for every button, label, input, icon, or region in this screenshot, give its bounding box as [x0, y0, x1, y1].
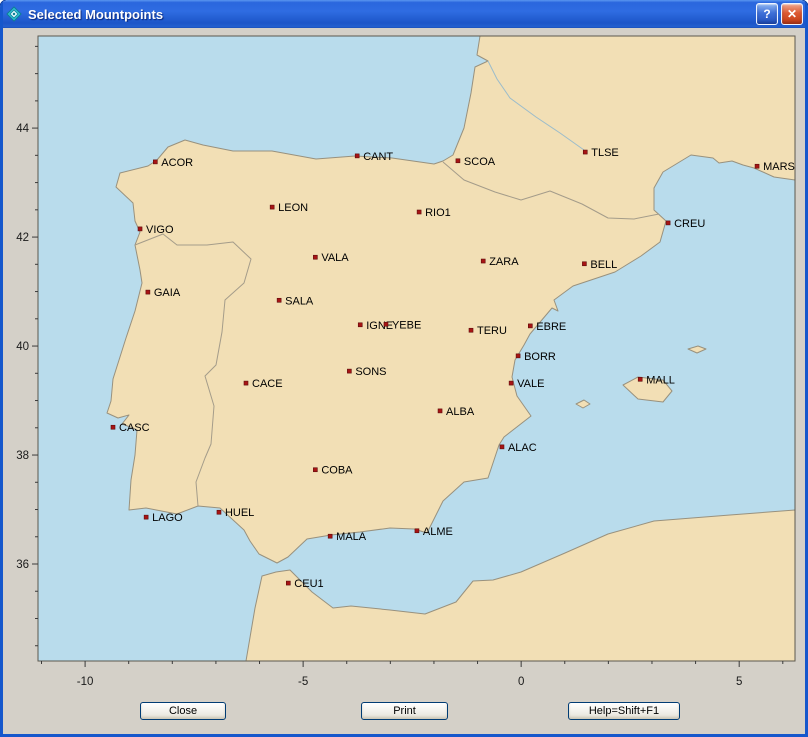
station-marker-BORR — [516, 354, 520, 358]
x-axis-tick-label: 0 — [518, 676, 524, 688]
station-label-ZARA: ZARA — [489, 256, 519, 268]
close-window-button[interactable]: ✕ — [781, 3, 803, 25]
station-marker-BELL — [582, 262, 586, 266]
station-marker-LAGO — [144, 515, 148, 519]
station-label-VALA: VALA — [321, 252, 349, 264]
station-label-EBRE: EBRE — [536, 321, 566, 333]
station-marker-CACE — [244, 381, 248, 385]
station-label-CREU: CREU — [674, 218, 705, 230]
station-label-ALBA: ALBA — [446, 406, 475, 418]
mountpoint-map: -10 -5 0 5 44 42 40 38 36 ACOR CANT SCOA TLSE MARS LE… — [3, 28, 805, 734]
station-marker-CEU1 — [286, 581, 290, 585]
station-label-VALE: VALE — [517, 378, 544, 390]
station-label-TLSE: TLSE — [591, 147, 619, 159]
station-label-ALAC: ALAC — [508, 442, 537, 454]
station-label-SCOA: SCOA — [464, 156, 496, 168]
y-axis-tick-label: 42 — [16, 232, 29, 244]
app-icon — [6, 6, 22, 22]
station-marker-RIO1 — [417, 210, 421, 214]
station-marker-SCOA — [456, 159, 460, 163]
station-label-SONS: SONS — [355, 366, 386, 378]
y-axis-tick-label: 38 — [16, 450, 29, 462]
close-button[interactable]: Close — [140, 702, 226, 720]
y-axis-tick-label: 40 — [16, 341, 29, 353]
station-label-CASC: CASC — [119, 422, 150, 434]
station-label-LEON: LEON — [278, 202, 308, 214]
station-marker-EBRE — [528, 324, 532, 328]
station-marker-ALAC — [500, 445, 504, 449]
station-marker-HUEL — [217, 510, 221, 514]
station-label-VIGO: VIGO — [146, 224, 174, 236]
station-marker-LEON — [270, 205, 274, 209]
station-marker-MALA — [328, 534, 332, 538]
station-marker-TLSE — [583, 150, 587, 154]
station-label-RIO1: RIO1 — [425, 207, 451, 219]
station-marker-SONS — [347, 369, 351, 373]
station-label-MALL: MALL — [646, 374, 675, 386]
window-title: Selected Mountpoints — [28, 7, 753, 22]
station-label-CACE: CACE — [252, 378, 283, 390]
station-label-TERU: TERU — [477, 325, 507, 337]
station-label-IGNE: IGNE — [366, 320, 393, 332]
dialog-window: Selected Mountpoints ? ✕ — [0, 0, 808, 737]
station-label-HUEL: HUEL — [225, 507, 254, 519]
y-axis-tick-label: 44 — [16, 123, 29, 135]
station-marker-IGNE — [358, 323, 362, 327]
station-marker-CANT — [355, 154, 359, 158]
station-marker-ZARA — [481, 259, 485, 263]
station-label-SALA: SALA — [285, 295, 314, 307]
station-marker-TERU — [469, 328, 473, 332]
station-label-YEBE: YEBE — [392, 319, 421, 331]
station-label-MALA: MALA — [336, 531, 367, 543]
x-axis-tick-label: -10 — [77, 676, 94, 688]
x-axis-tick-label: 5 — [736, 676, 742, 688]
station-marker-ALME — [415, 529, 419, 533]
station-label-ALME: ALME — [423, 526, 453, 538]
station-label-CEU1: CEU1 — [294, 578, 323, 590]
station-marker-SALA — [277, 298, 281, 302]
dialog-client-area: -10 -5 0 5 44 42 40 38 36 ACOR CANT SCOA TLSE MARS LE… — [3, 28, 805, 734]
window-titlebar[interactable]: Selected Mountpoints ? ✕ — [0, 0, 808, 28]
station-marker-ACOR — [153, 160, 157, 164]
station-label-BELL: BELL — [590, 259, 617, 271]
help-button[interactable]: ? — [756, 3, 778, 25]
station-label-CANT: CANT — [363, 151, 393, 163]
help-shortcut-button[interactable]: Help=Shift+F1 — [568, 702, 680, 720]
x-axis-tick-label: -5 — [298, 676, 308, 688]
station-marker-VIGO — [138, 227, 142, 231]
station-marker-MALL — [638, 377, 642, 381]
station-marker-MARS — [755, 164, 759, 168]
station-label-GAIA: GAIA — [154, 287, 181, 299]
station-label-COBA: COBA — [321, 465, 353, 477]
station-marker-YEBE — [384, 322, 388, 326]
station-marker-CREU — [666, 221, 670, 225]
station-marker-COBA — [313, 468, 317, 472]
y-axis-tick-label: 36 — [16, 559, 29, 571]
station-marker-CASC — [111, 425, 115, 429]
station-label-ACOR: ACOR — [161, 157, 193, 169]
station-marker-GAIA — [146, 290, 150, 294]
station-label-BORR: BORR — [524, 351, 556, 363]
station-label-LAGO: LAGO — [152, 512, 183, 524]
station-marker-VALE — [509, 381, 513, 385]
station-marker-ALBA — [438, 409, 442, 413]
station-label-MARS: MARS — [763, 161, 795, 173]
print-button[interactable]: Print — [361, 702, 448, 720]
station-marker-VALA — [313, 255, 317, 259]
